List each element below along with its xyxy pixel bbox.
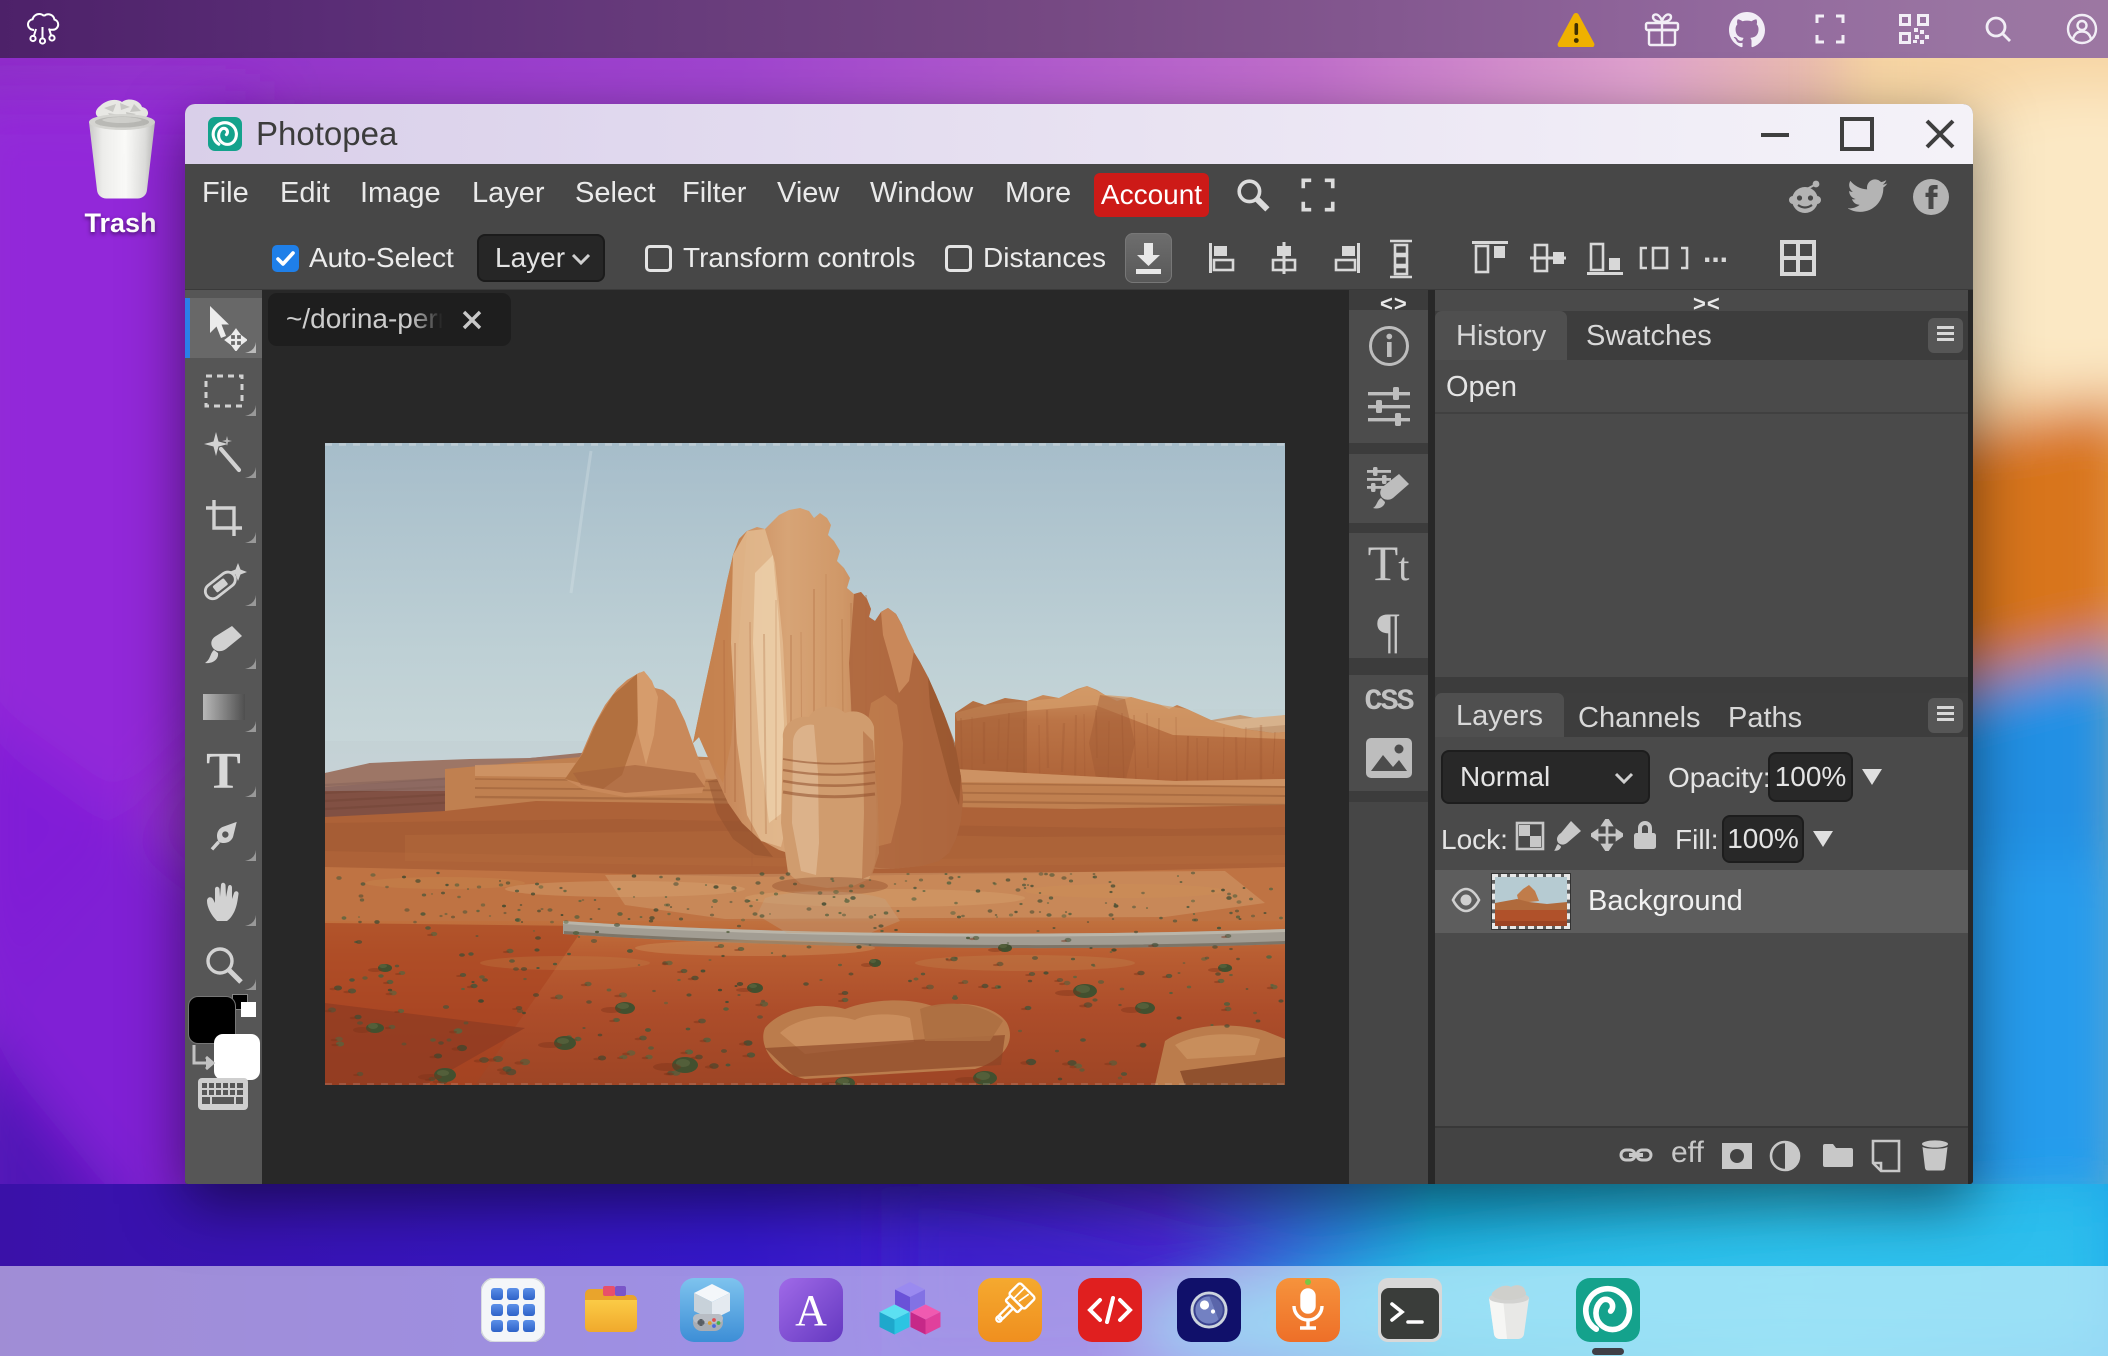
- svg-text:A: A: [795, 1286, 827, 1335]
